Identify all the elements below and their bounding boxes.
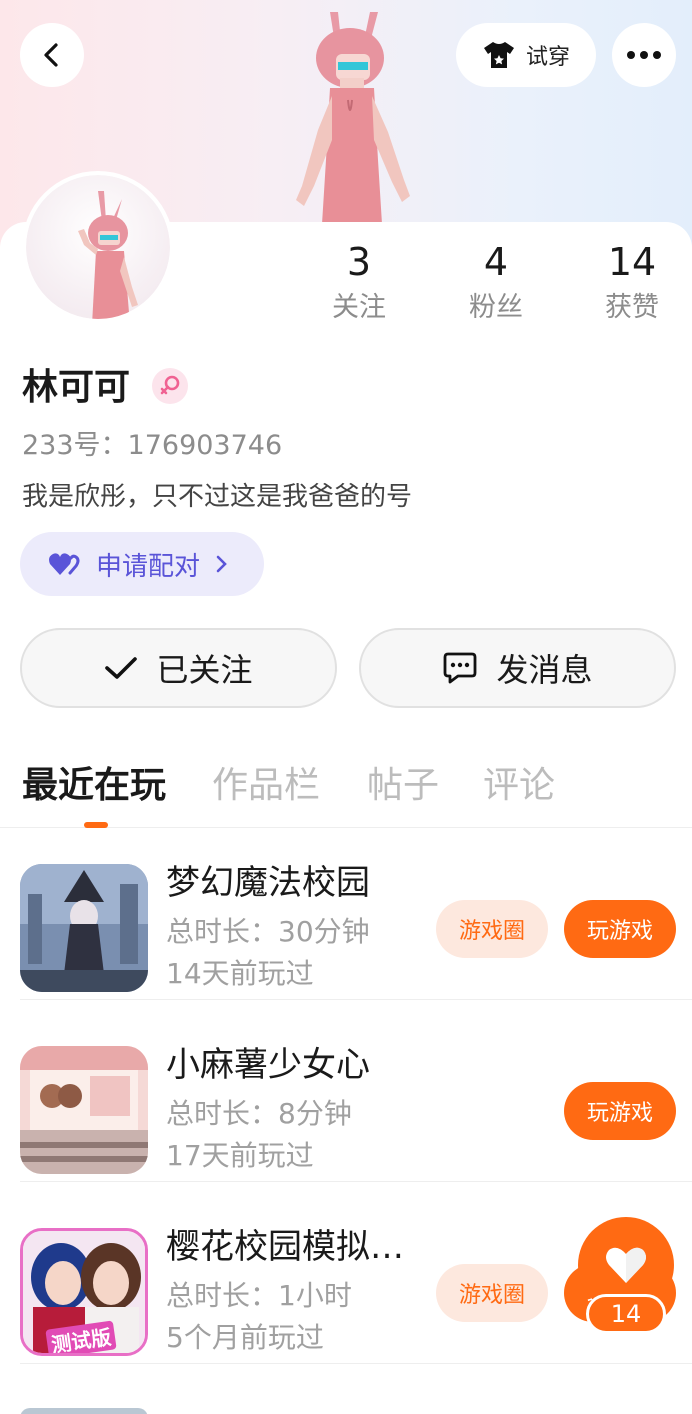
send-message-button[interactable]: 发消息 [359,628,676,708]
stat-likes[interactable]: 14 获赞 [577,238,687,330]
stat-label: 关注 [332,292,386,323]
game-last-played: 17天前玩过 [166,1139,314,1172]
back-button[interactable] [20,23,84,87]
tshirt-icon [483,42,514,68]
try-on-label: 试穿 [525,45,570,70]
chevron-left-icon [44,43,58,67]
stat-label: 获赞 [605,292,659,323]
avatar-image [78,191,138,319]
followed-button[interactable]: 已关注 [20,628,337,708]
user-bio: 我是欣彤，只不过这是我爸爸的号 [22,482,413,512]
game-circle-button[interactable]: 游戏圈 [436,1264,548,1322]
row-divider [20,1363,692,1364]
tab-posts[interactable]: 帖子 [367,756,439,816]
try-on-button[interactable]: 试穿 [456,23,596,87]
send-message-label: 发消息 [496,651,593,689]
user-id: 233号：176903746 [22,430,283,461]
game-circle-button[interactable]: 游戏圈 [436,900,548,958]
tab-works[interactable]: 作品栏 [212,756,320,816]
more-dots-icon [627,51,661,59]
game-icon [20,864,148,992]
female-icon [152,368,188,404]
chat-bubble-icon [444,652,477,684]
stat-following[interactable]: 3 关注 [304,238,414,330]
game-last-played: 14天前玩过 [166,957,314,990]
play-game-button[interactable]: 玩游戏 [564,900,676,958]
stat-number: 14 [607,240,657,284]
request-pair-label: 申请配对 [96,551,201,582]
avatar-figure [296,12,410,224]
game-row[interactable]: 梦幻魔法校园 总时长：30分钟 14天前玩过 游戏圈 玩游戏 [0,818,692,1000]
game-last-played: 5个月前玩过 [166,1321,324,1354]
stat-label: 粉丝 [469,292,523,323]
heart-icon [606,1247,646,1283]
play-game-button[interactable]: 玩游戏 [564,1082,676,1140]
game-icon: 测试版 [20,1228,148,1356]
tab-comments[interactable]: 评论 [483,756,555,816]
followed-label: 已关注 [156,651,253,689]
tab-recently-played[interactable]: 最近在玩 [22,756,166,816]
next-game-icon-peek [20,1408,148,1414]
game-title: 梦幻魔法校园 [166,863,370,903]
game-title: 小麻薯少女心 [166,1045,370,1085]
game-icon [20,1046,148,1174]
request-pair-button[interactable]: 申请配对 [20,532,264,596]
stat-number: 3 [346,240,372,284]
more-button[interactable] [612,23,676,87]
user-name: 林可可 [22,367,131,408]
stat-followers[interactable]: 4 粉丝 [441,238,551,330]
avatar[interactable] [22,171,174,323]
check-icon [105,657,138,679]
chevron-right-icon [216,555,227,573]
floating-like-count: 14 [586,1294,666,1334]
double-heart-icon [49,553,80,575]
profile-page: 试穿 3 关注 4 粉丝 14 获赞 林可可 233号：176903746 我是… [0,0,692,1414]
stat-number: 4 [483,240,509,284]
game-duration: 总时长：8分钟 [166,1097,352,1130]
game-title: 樱花校园模拟… [166,1227,404,1267]
game-row[interactable]: 小麻薯少女心 总时长：8分钟 17天前玩过 玩游戏 [0,1000,692,1182]
game-duration: 总时长：1小时 [166,1279,352,1312]
game-duration: 总时长：30分钟 [166,915,370,948]
